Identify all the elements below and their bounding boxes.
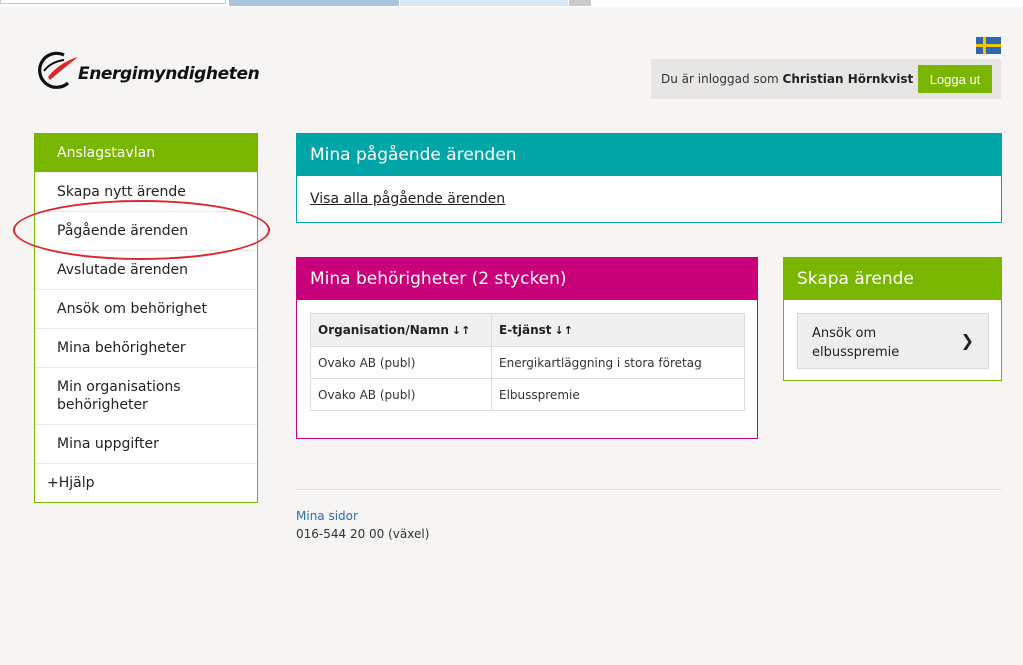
sidebar-item-apply-permission[interactable]: Ansök om behörighet [35,289,257,328]
browser-tab[interactable] [400,0,568,6]
column-header-etjanst[interactable]: E-tjänst ↓↑ [491,313,745,347]
logged-in-prefix: Du är inloggad som [661,72,779,86]
permissions-title: Mina behörigheter (2 stycken) [297,258,757,300]
my-pages-link[interactable]: Mina sidor [296,509,358,523]
browser-tab-strip [0,0,1023,7]
sidebar-item-org-permissions[interactable]: Min organisations behörigheter [35,367,257,424]
sidebar-item-create-case[interactable]: Skapa nytt ärende [35,172,257,211]
sidebar-item-help[interactable]: +Hjälp [35,463,257,502]
logged-in-text: Du är inloggad som Christian Hörnkvist [661,72,913,86]
sidebar-item-my-details[interactable]: Mina uppgifter [35,424,257,463]
button-label-line2: elbusspremie [812,345,900,360]
table-row[interactable]: Ovako AB (publ) Elbusspremie [310,378,745,411]
sidebar-item-ongoing-cases[interactable]: Pågående ärenden [35,211,257,250]
create-case-panel: Skapa ärende Ansök om elbusspremie ❯ [783,257,1002,381]
sidebar-item-my-permissions[interactable]: Mina behörigheter [35,328,257,367]
switchboard-phone: 016-544 20 00 (växel) [296,527,430,541]
apply-elbusspremie-button[interactable]: Ansök om elbusspremie ❯ [797,313,989,369]
browser-tab[interactable] [0,0,226,4]
footer-divider [296,489,1002,490]
user-bar: Du är inloggad som Christian Hörnkvist L… [651,59,1001,99]
logout-button[interactable]: Logga ut [918,65,992,93]
column-header-organisation[interactable]: Organisation/Namn ↓↑ [310,313,492,347]
sort-icon[interactable]: ↓↑ [555,324,573,337]
chevron-right-icon: ❯ [960,331,974,350]
sort-icon[interactable]: ↓↑ [452,324,470,337]
browser-tab[interactable] [569,0,591,6]
column-header-label: E-tjänst [499,323,552,337]
table-header-row: Organisation/Namn ↓↑ E-tjänst ↓↑ [310,313,745,347]
permissions-panel: Mina behörigheter (2 stycken) Organisati… [296,257,758,439]
button-label-line1: Ansök om [812,326,877,341]
column-header-label: Organisation/Namn [318,323,449,337]
brand-logo[interactable]: Energimyndigheten [34,46,264,94]
brand-name: Energimyndigheten [78,64,260,84]
table-cell: Elbusspremie [491,378,745,411]
expand-plus-icon: + [47,475,59,491]
table-cell: Energikartläggning i stora företag [491,346,745,379]
table-cell: Ovako AB (publ) [310,378,492,411]
create-case-title: Skapa ärende [784,258,1001,300]
sidebar-item-closed-cases[interactable]: Avslutade ärenden [35,250,257,289]
swedish-flag-icon[interactable] [976,37,1001,54]
sidebar-item-anslagstavlan[interactable]: Anslagstavlan [35,134,257,172]
browser-tab[interactable] [229,0,399,6]
user-name: Christian Hörnkvist [782,72,914,86]
ongoing-cases-title: Mina pågående ärenden [297,134,1001,176]
table-cell: Ovako AB (publ) [310,346,492,379]
ongoing-cases-panel: Mina pågående ärenden Visa alla pågående… [296,133,1002,223]
logo-swoosh-icon [38,51,78,89]
sidebar-item-label: Hjälp [58,475,95,491]
table-row[interactable]: Ovako AB (publ) Energikartläggning i sto… [310,346,745,379]
show-all-ongoing-link[interactable]: Visa alla pågående ärenden [310,191,505,207]
sidebar-nav: Anslagstavlan Skapa nytt ärende Pågående… [34,133,258,503]
permissions-table: Organisation/Namn ↓↑ E-tjänst ↓↑ Ovako AB … [310,313,745,411]
